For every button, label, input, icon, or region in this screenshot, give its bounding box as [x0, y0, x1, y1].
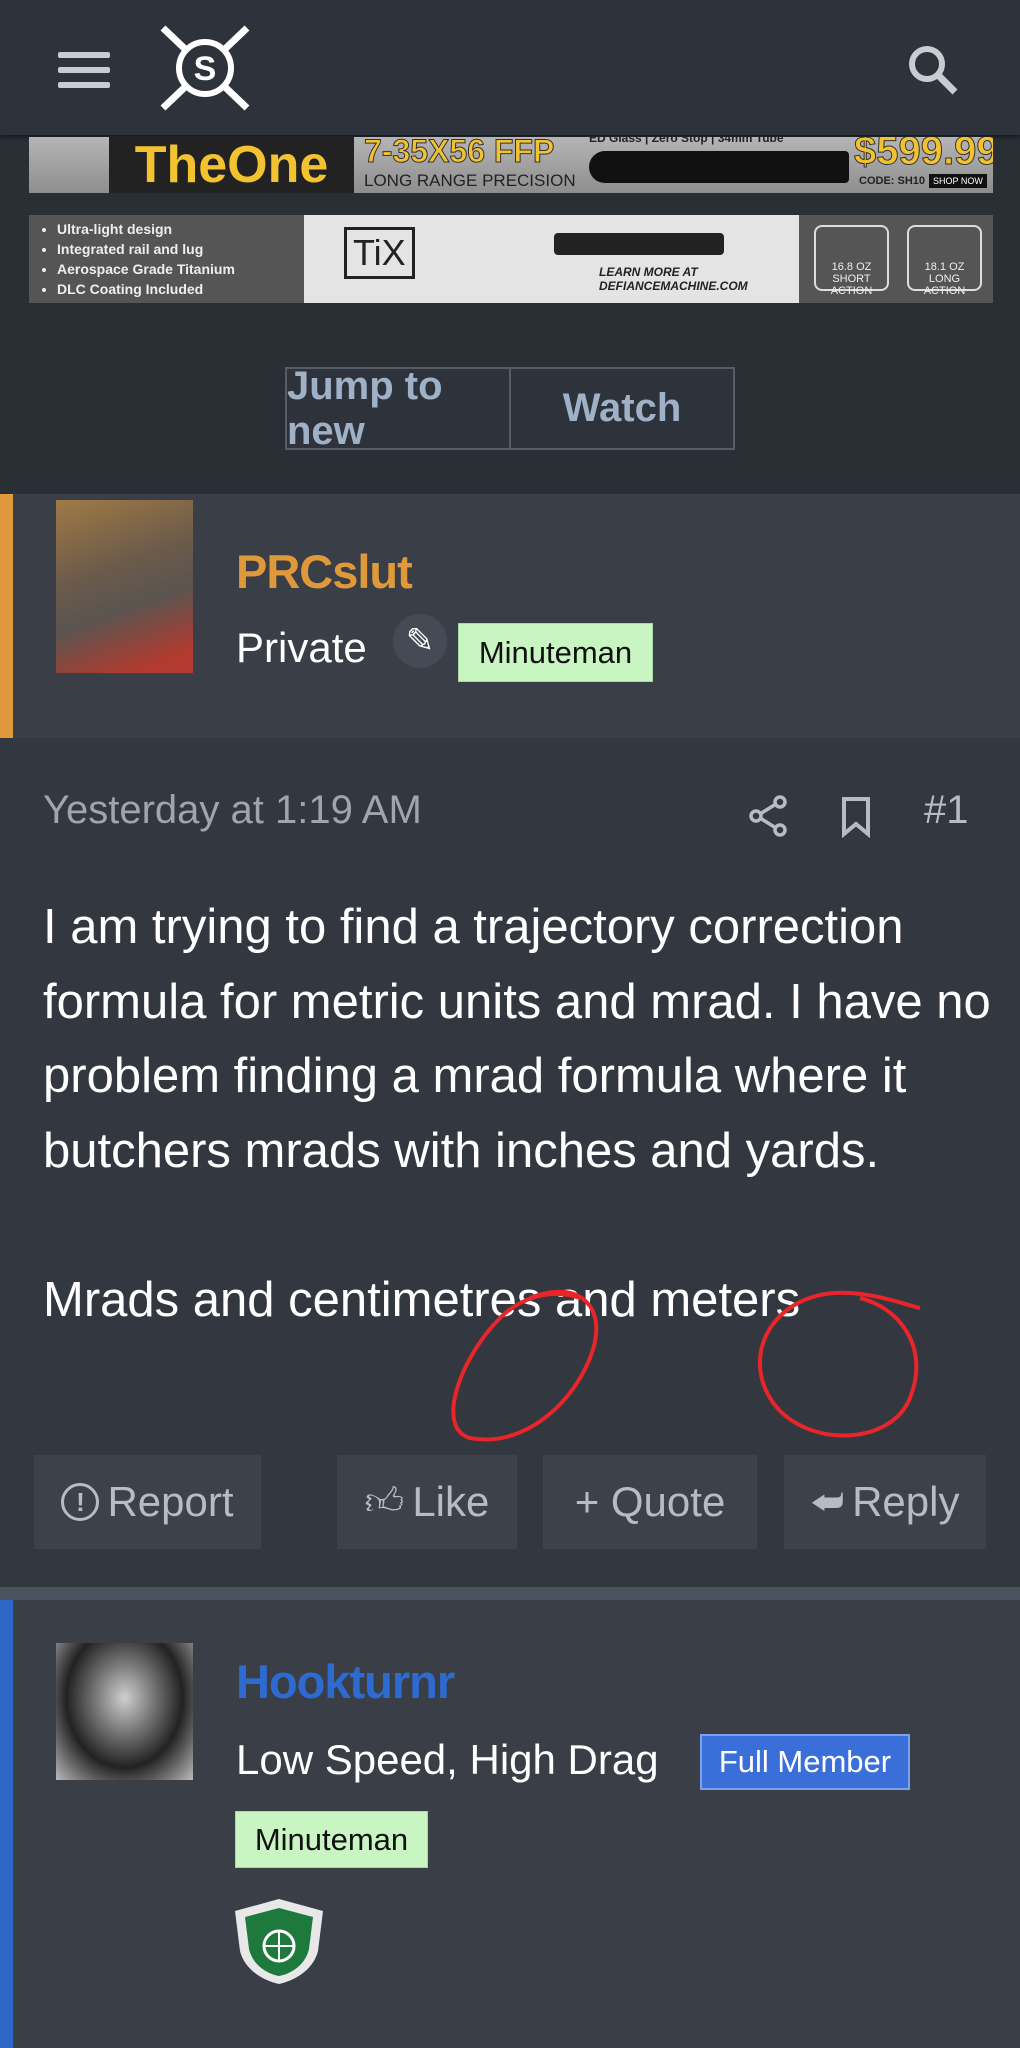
site-logo[interactable]: S — [155, 20, 255, 115]
post-divider — [0, 1587, 1020, 1600]
report-label: Report — [107, 1478, 234, 1525]
ad-banner-action[interactable]: Ultra-light designIntegrated rail and lu… — [29, 215, 993, 303]
reply-label: Reply — [852, 1478, 960, 1525]
long-action-spec: 18.1 OZ LONG ACTION — [907, 225, 982, 297]
shop-now-button[interactable]: SHOP NOW — [929, 174, 987, 188]
ad-bullet: Aerospace Grade Titanium — [57, 259, 235, 279]
username[interactable]: PRCslut — [236, 544, 413, 599]
post-1-user-block: PRCslut Private ✎ Minuteman — [0, 494, 1020, 738]
watch-button[interactable]: Watch — [511, 369, 733, 448]
ad-banner-scope[interactable]: TheOne 7-35X56 FFP LONG RANGE PRECISION … — [29, 137, 993, 193]
reply-button[interactable]: ⮨ Reply — [784, 1455, 986, 1549]
share-icon[interactable] — [748, 794, 790, 838]
report-button[interactable]: ! Report — [34, 1455, 261, 1549]
post-timestamp[interactable]: Yesterday at 1:19 AM — [43, 788, 422, 833]
username[interactable]: Hookturnr — [236, 1654, 455, 1709]
user-badge: Minuteman — [458, 623, 653, 682]
ad-features: ED Glass | Zero Stop | 34mm Tube — [589, 137, 784, 145]
shield-grenade-icon — [235, 1899, 323, 1984]
ad-bullet: DLC Coating Included — [57, 279, 235, 299]
thumbs-up-icon: 👍︎ — [364, 1480, 405, 1523]
full-member-badge: Full Member — [700, 1734, 910, 1790]
ad-cta: LEARN MORE AT DEFIANCEMACHINE.COM — [599, 265, 748, 293]
ad-brand: TheOne — [109, 137, 354, 193]
ad-bullet: Integrated rail and lug — [57, 239, 235, 259]
ad-code: CODE: SH10 — [859, 175, 926, 187]
hamburger-icon[interactable] — [50, 40, 118, 96]
jump-to-new-button[interactable]: Jump to new — [287, 364, 511, 453]
search-icon[interactable] — [905, 42, 961, 98]
reply-icon: ⮨ — [810, 1480, 845, 1522]
post-number[interactable]: #1 — [924, 788, 969, 833]
top-nav: S — [0, 0, 1020, 135]
like-button[interactable]: 👍︎ Like — [337, 1455, 517, 1549]
ad-price: $599.99 — [854, 137, 993, 174]
bookmark-icon[interactable] — [840, 796, 872, 838]
user-edit-icon: ✎ — [393, 614, 447, 668]
rifle-action-image — [554, 233, 724, 255]
post-2-user-block: Hookturnr Low Speed, High Drag Full Memb… — [0, 1600, 1020, 2048]
red-circle-annotations — [451, 1289, 921, 1442]
scope-image — [589, 151, 849, 183]
like-label: Like — [412, 1478, 490, 1525]
quote-button[interactable]: + Quote — [543, 1455, 757, 1549]
ad-model: 7-35X56 FFP — [363, 137, 555, 170]
quote-label: + Quote — [574, 1478, 726, 1525]
avatar[interactable] — [56, 1643, 193, 1780]
report-icon: ! — [61, 1483, 100, 1521]
ad-bullet: Ultra-light design — [57, 219, 235, 239]
user-title: Low Speed, High Drag — [236, 1736, 659, 1783]
tix-logo: TiX — [344, 227, 415, 279]
thread-action-group: Jump to new Watch — [285, 364, 735, 453]
svg-text:S: S — [194, 50, 217, 88]
post-paragraph: I am trying to find a trajectory correct… — [43, 900, 991, 1178]
ad-tagline: LONG RANGE PRECISION — [364, 171, 576, 190]
user-title: Private — [236, 624, 367, 671]
user-badge: Minuteman — [235, 1811, 428, 1868]
short-action-spec: 16.8 OZ SHORT ACTION — [814, 225, 889, 297]
ad-bullets: Ultra-light designIntegrated rail and lu… — [43, 219, 235, 299]
avatar[interactable] — [56, 500, 193, 673]
